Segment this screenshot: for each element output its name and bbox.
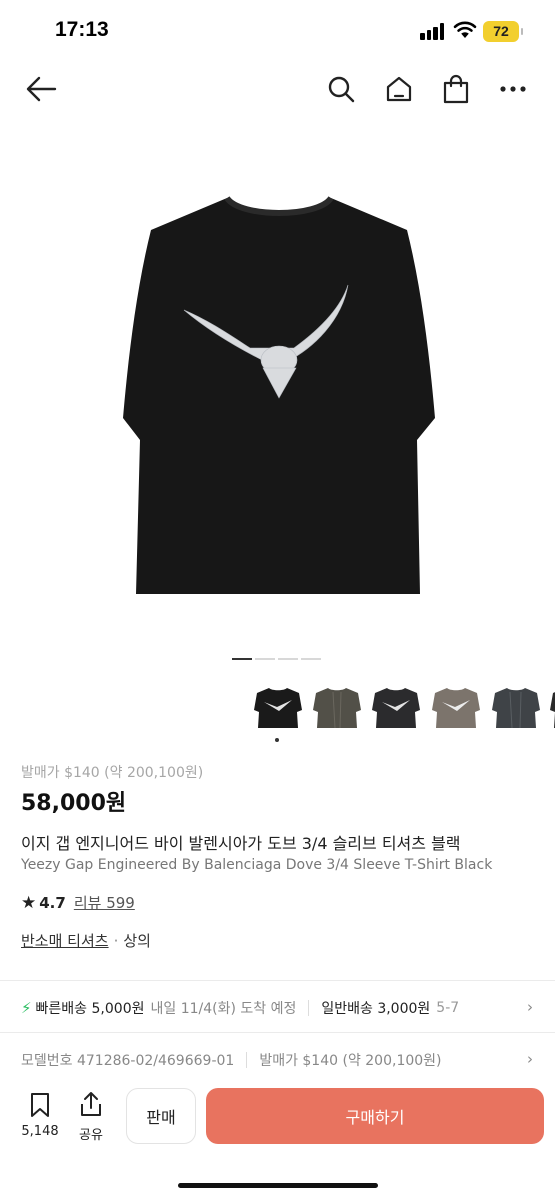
vertical-divider [308, 1000, 310, 1016]
bookmark-count: 5,148 [21, 1124, 59, 1139]
image-pager [232, 658, 321, 660]
lightning-icon: ⚡ [21, 999, 32, 1017]
pager-dot-active [232, 658, 252, 660]
rating-row: ★ 4.7 리뷰 599 [21, 892, 135, 913]
more-icon[interactable] [496, 72, 530, 106]
bookmark-icon [31, 1093, 49, 1117]
product-name-korean: 이지 갭 엔지니어드 바이 발렌시아가 도브 3/4 슬리브 티셔츠 블랙 [21, 834, 461, 853]
normal-delivery-eta: 5-7 [436, 1000, 460, 1016]
star-icon: ★ [21, 892, 37, 913]
wifi-icon [453, 21, 477, 38]
product-image[interactable] [120, 170, 438, 610]
divider [0, 1032, 555, 1033]
category-row: 반소매 티셔츠 · 상의 [21, 930, 151, 951]
pager-dot [301, 658, 321, 660]
divider [0, 980, 555, 981]
share-icon [81, 1092, 101, 1116]
thumbnail-4[interactable] [430, 682, 482, 734]
nav-bar [0, 62, 555, 118]
delivery-options[interactable]: ⚡ 빠른배송 5,000원 내일 11/4(화) 도착 예정 일반배송 3,00… [21, 998, 555, 1018]
share-label: 공유 [79, 1128, 103, 1143]
fade-overlay [495, 998, 555, 1018]
pager-dot [278, 658, 298, 660]
model-info-row[interactable]: 모델번호 471286-02/469669-01 발매가 $140 (약 200… [21, 1050, 555, 1070]
thumbnail-5[interactable] [490, 682, 542, 734]
category-separator: · [113, 932, 119, 950]
rating-value: 4.7 [39, 893, 66, 912]
model-number: 모델번호 471286-02/469669-01 [21, 1053, 235, 1069]
vertical-divider [246, 1052, 248, 1068]
thumbnail-3[interactable] [370, 682, 422, 734]
home-icon[interactable] [382, 72, 416, 106]
status-bar: 17:13 72 [0, 0, 555, 62]
battery-indicator: 72 [483, 21, 523, 42]
home-indicator [178, 1183, 378, 1188]
thumbnail-2[interactable] [311, 682, 363, 734]
product-name-english: Yeezy Gap Engineered By Balenciaga Dove … [21, 857, 493, 873]
thumbnail-6[interactable] [548, 682, 555, 734]
fast-delivery-label: 빠른배송 5,000원 [35, 1001, 145, 1017]
review-link[interactable]: 리뷰 599 [74, 892, 135, 913]
category-link[interactable]: 반소매 티셔츠 [21, 932, 109, 950]
share-button[interactable]: 공유 [71, 1090, 111, 1143]
thumbnail-selected-dot [275, 738, 279, 742]
normal-delivery-label: 일반배송 3,000원 [321, 1001, 431, 1017]
buy-button[interactable]: 구매하기 [206, 1088, 544, 1144]
sale-price: 58,000원 [21, 791, 127, 816]
cellular-signal-icon [420, 22, 446, 40]
sell-button[interactable]: 판매 [126, 1088, 196, 1144]
bottom-action-bar: 5,148 공유 판매 구매하기 [0, 1080, 555, 1200]
category-parent-link[interactable]: 상의 [123, 932, 151, 950]
release-price: 발매가 $140 (약 200,100원) [21, 765, 204, 781]
status-time: 17:13 [55, 18, 109, 41]
shopping-bag-icon[interactable] [439, 72, 473, 106]
back-arrow-icon[interactable] [24, 72, 58, 106]
model-release-price: 발매가 $140 (약 200,100원) [259, 1053, 442, 1069]
thumbnail-strip [250, 682, 555, 742]
thumbnail-1[interactable] [252, 682, 304, 734]
bookmark-button[interactable]: 5,148 [18, 1092, 62, 1139]
chevron-right-icon[interactable]: › [527, 998, 533, 1016]
fast-delivery-eta: 내일 11/4(화) 도착 예정 [150, 1001, 297, 1017]
search-icon[interactable] [324, 72, 358, 106]
pager-dot [255, 658, 275, 660]
chevron-right-icon[interactable]: › [527, 1050, 533, 1068]
